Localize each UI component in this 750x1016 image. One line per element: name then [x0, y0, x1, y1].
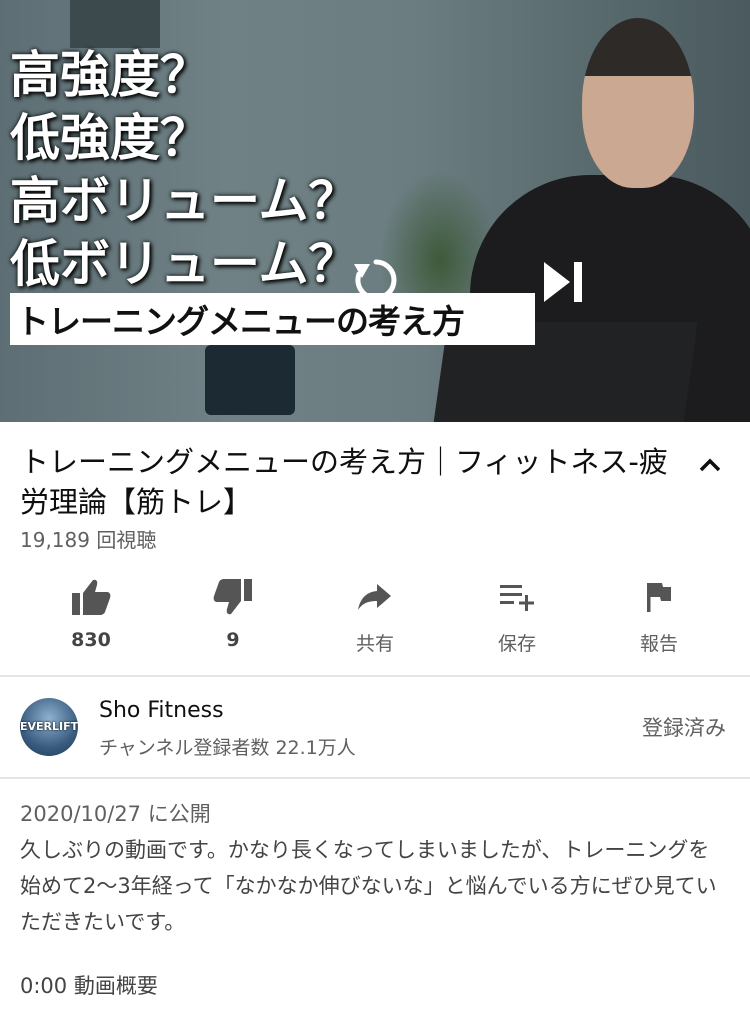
action-bar: 830 9 共有 保存 報告	[20, 575, 730, 665]
save-label: 保存	[497, 633, 536, 655]
like-button[interactable]: 830	[20, 575, 162, 665]
skip-next-icon[interactable]	[540, 258, 588, 306]
save-button[interactable]: 保存	[446, 575, 588, 665]
flag-icon	[637, 575, 681, 619]
channel-name[interactable]: Sho Fitness	[99, 698, 224, 723]
share-label: 共有	[355, 633, 394, 655]
channel-row[interactable]: EVERLIFT Sho Fitness チャンネル登録者数 22.1万人 登録…	[0, 678, 750, 778]
thumbnail-banner: トレーニングメニューの考え方	[10, 293, 535, 345]
thumbnail-line-2: 低強度？	[10, 109, 210, 167]
presenter-head	[582, 18, 694, 188]
playlist-add-icon	[495, 575, 539, 619]
replay-icon[interactable]	[348, 252, 404, 308]
avatar[interactable]: EVERLIFT	[20, 698, 78, 756]
thumb-down-icon	[211, 575, 255, 619]
description-body: 久しぶりの動画です。かなり長くなってしまいましたが、トレーニングを始めて2〜3年…	[20, 838, 717, 934]
view-count: 19,189 回視聴	[20, 528, 157, 552]
dislike-count: 9	[226, 629, 240, 651]
video-title: トレーニングメニューの考え方｜フィットネス-疲労理論【筋トレ】	[20, 445, 668, 519]
thumbnail-line-3: 高ボリューム？	[10, 172, 359, 230]
thumb-up-icon	[69, 575, 113, 619]
video-player[interactable]: 高強度？ 低強度？ 高ボリューム？ 低ボリューム？ トレーニングメニューの考え方	[0, 0, 750, 422]
dislike-button[interactable]: 9	[162, 575, 304, 665]
description: 2020/10/27 に公開 久しぶりの動画です。かなり長くなってしまいましたが…	[20, 798, 720, 1000]
report-button[interactable]: 報告	[588, 575, 730, 665]
subscriber-count: チャンネル登録者数 22.1万人	[99, 737, 356, 759]
divider	[0, 777, 750, 779]
subscribed-button[interactable]: 登録済み	[642, 712, 726, 742]
share-icon	[353, 575, 397, 619]
avatar-text: EVERLIFT	[20, 720, 78, 733]
divider	[0, 675, 750, 677]
chevron-up-icon[interactable]	[690, 445, 730, 485]
share-button[interactable]: 共有	[304, 575, 446, 665]
chapter-link[interactable]: 0:00 動画概要	[20, 970, 720, 1000]
wall-logo	[70, 0, 160, 48]
publish-date: 2020/10/27 に公開	[20, 802, 211, 826]
thumbnail-line-1: 高強度？	[10, 46, 210, 104]
report-label: 報告	[639, 633, 678, 655]
camera-device	[205, 345, 295, 415]
thumbnail-line-4: 低ボリューム？	[10, 235, 359, 293]
like-count: 830	[71, 629, 111, 651]
